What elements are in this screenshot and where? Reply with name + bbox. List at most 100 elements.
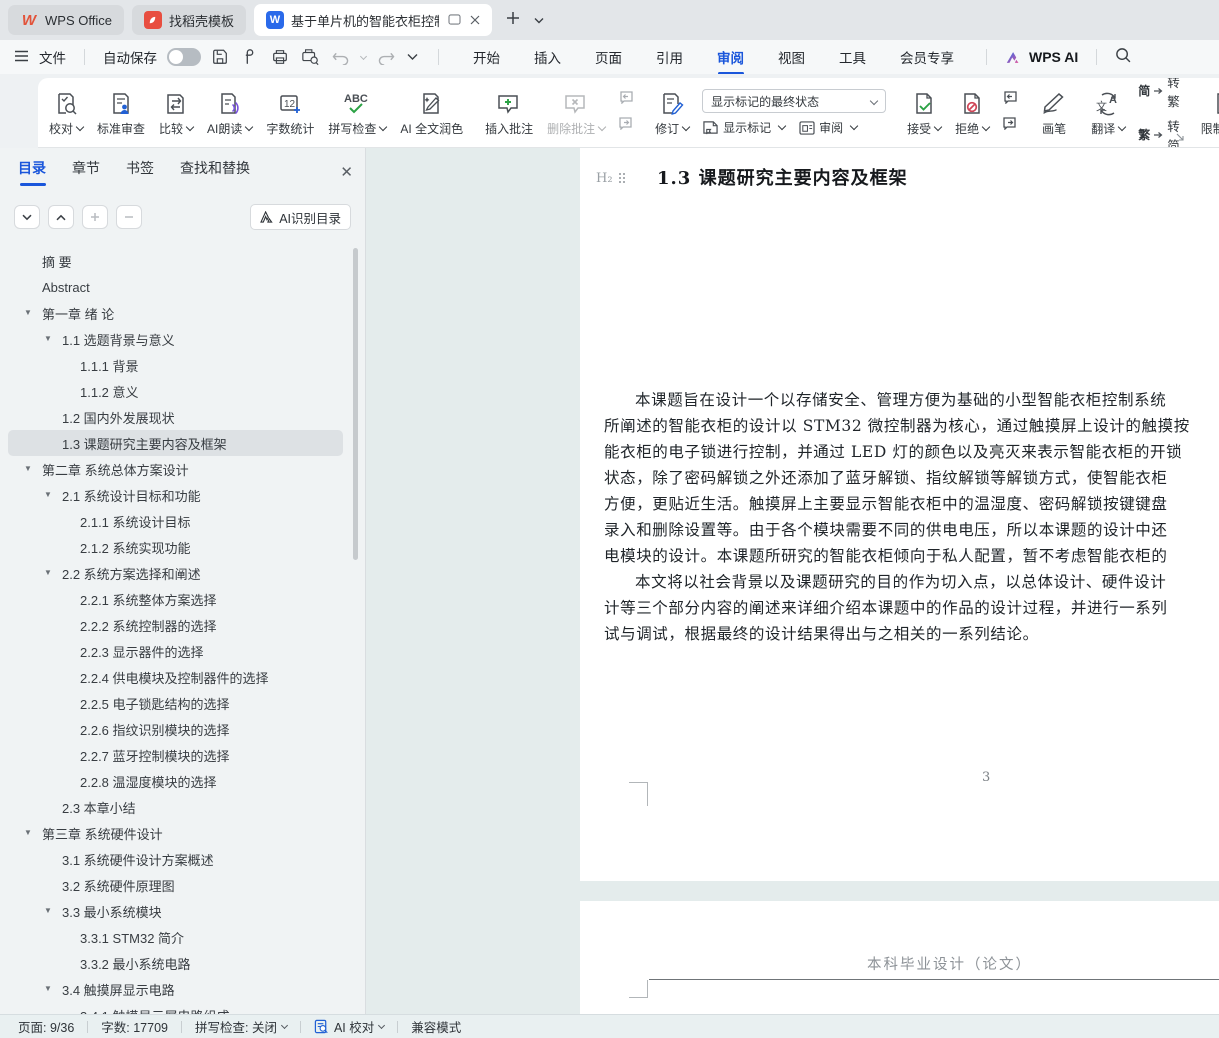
toc-item[interactable]: 3.1 系统硬件设计方案概述 xyxy=(0,846,351,872)
toc-collapse-arrow-icon[interactable]: ▼ xyxy=(24,308,32,317)
proofread-button[interactable]: 校对 xyxy=(42,82,90,144)
document-page-current[interactable]: H₂ 1.3 课题研究主要内容及框架 本课题旨在设计一个以存储安全、管理方便为基… xyxy=(580,148,1219,881)
toc-item[interactable]: ▼ 2.1 系统设计目标和功能 xyxy=(0,482,351,508)
toc-item[interactable]: ▼ 3.3 最小系统模块 xyxy=(0,898,351,924)
close-tab-icon[interactable] xyxy=(470,13,480,28)
compare-button[interactable]: 比较 xyxy=(152,82,200,144)
standard-review-button[interactable]: 标准审查 xyxy=(90,82,152,144)
print-preview-icon[interactable] xyxy=(301,48,320,66)
track-changes-button[interactable]: 修订 xyxy=(648,82,696,144)
sidebar-close-icon[interactable]: ✕ xyxy=(340,163,353,181)
toc-item[interactable]: ▼ 2.2 系统方案选择和阐述 xyxy=(0,560,351,586)
toc-item[interactable]: ▼ 1.1 选题背景与意义 xyxy=(0,326,351,352)
review-pane-button[interactable]: 审阅 xyxy=(799,119,859,136)
menu-item[interactable]: 插入 xyxy=(534,43,561,71)
word-count-indicator[interactable]: 字数: 17709 xyxy=(101,1017,168,1036)
insert-comment-button[interactable]: 插入批注 xyxy=(478,82,540,144)
sidebar-tab[interactable]: 查找和替换 xyxy=(180,158,250,186)
toc-item[interactable]: 3.3.2 最小系统电路 xyxy=(0,950,351,976)
toc-item[interactable]: 2.2.5 电子锁匙结构的选择 xyxy=(0,690,351,716)
ai-proofread-status[interactable]: AI 校对 xyxy=(314,1017,386,1036)
spell-check-button[interactable]: ABC 拼写检查 xyxy=(321,82,393,144)
menu-item[interactable]: 开始 xyxy=(473,43,500,71)
sidebar-scrollbar[interactable] xyxy=(353,248,358,560)
toc-item[interactable]: 2.2.7 蓝牙控制模块的选择 xyxy=(0,742,351,768)
redo-icon[interactable] xyxy=(378,50,395,65)
heading-level-marker[interactable]: H₂ xyxy=(596,171,627,186)
toc-collapse-arrow-icon[interactable]: ▼ xyxy=(24,464,32,473)
autosave-toggle[interactable] xyxy=(167,48,201,66)
toc-collapse-arrow-icon[interactable]: ▼ xyxy=(44,906,52,915)
markup-state-dropdown[interactable]: 显示标记的最终状态 xyxy=(702,89,887,113)
print-icon[interactable] xyxy=(271,48,289,66)
toc-item[interactable]: 2.2.4 供电模块及控制器件的选择 xyxy=(0,664,351,690)
wps-ai-button[interactable]: WPS AI xyxy=(1005,49,1078,65)
previous-comment-icon[interactable] xyxy=(618,90,634,109)
toc-item[interactable]: ▼ 3.4 触摸屏显示电路 xyxy=(0,976,351,1002)
group-expand-icon[interactable] xyxy=(1176,133,1184,143)
simplified-to-traditional-button[interactable]: 简 转繁 xyxy=(1138,78,1180,110)
undo-icon[interactable] xyxy=(332,50,349,65)
toc-item[interactable]: 2.1.2 系统实现功能 xyxy=(0,534,351,560)
toc-item[interactable]: 2.2.8 温湿度模块的选择 xyxy=(0,768,351,794)
sidebar-tab[interactable]: 书签 xyxy=(126,158,154,186)
file-menu[interactable]: 文件 xyxy=(39,47,66,67)
next-change-icon[interactable] xyxy=(1002,116,1018,135)
toc-item[interactable]: 3.3.1 STM32 简介 xyxy=(0,924,351,950)
menu-item[interactable]: 工具 xyxy=(839,43,866,71)
new-tab-icon[interactable] xyxy=(506,11,520,30)
page-indicator[interactable]: 页面: 9/36 xyxy=(18,1017,74,1036)
tab-list-chevron-icon[interactable] xyxy=(534,11,544,29)
accept-change-button[interactable]: 接受 xyxy=(900,82,948,144)
toc-item[interactable]: 1.3 课题研究主要内容及框架 xyxy=(8,430,343,456)
ai-recognize-toc-button[interactable]: AI识别目录 xyxy=(250,204,351,230)
toc-collapse-arrow-icon[interactable]: ▼ xyxy=(44,334,52,343)
sidebar-tab[interactable]: 章节 xyxy=(72,158,100,186)
sidebar-tab[interactable]: 目录 xyxy=(18,158,46,186)
toc-collapse-button[interactable] xyxy=(14,205,40,229)
toc-item[interactable]: 2.2.6 指纹识别模块的选择 xyxy=(0,716,351,742)
spell-check-status[interactable]: 拼写检查: 关闭 xyxy=(195,1017,288,1036)
menu-item[interactable]: 引用 xyxy=(656,43,683,71)
document-page-next[interactable]: 本科毕业设计（论文） xyxy=(580,901,1219,1014)
toc-zoom-out-button[interactable] xyxy=(116,205,142,229)
toc-item[interactable]: 2.3 本章小结 xyxy=(0,794,351,820)
ai-polish-button[interactable]: AI 全文润色 xyxy=(393,82,470,144)
drag-handle-icon[interactable] xyxy=(618,172,627,185)
toc-collapse-arrow-icon[interactable]: ▼ xyxy=(24,828,32,837)
toc-item[interactable]: 2.2.1 系统整体方案选择 xyxy=(0,586,351,612)
next-comment-icon[interactable] xyxy=(618,116,634,135)
menu-item[interactable]: 审阅 xyxy=(717,43,744,71)
toc-item[interactable]: 3.4.1 触摸显示屏电路组成 xyxy=(0,1002,351,1015)
menu-item[interactable]: 页面 xyxy=(595,43,622,71)
toc-collapse-arrow-icon[interactable]: ▼ xyxy=(44,984,52,993)
toc-item[interactable]: 2.2.2 系统控制器的选择 xyxy=(0,612,351,638)
toc-expand-button[interactable] xyxy=(48,205,74,229)
toc-zoom-in-button[interactable] xyxy=(82,205,108,229)
toc-item[interactable]: Abstract xyxy=(0,274,351,300)
translate-button[interactable]: 文A 翻译 xyxy=(1084,82,1132,144)
toc-item[interactable]: 2.1.1 系统设计目标 xyxy=(0,508,351,534)
menu-item[interactable]: 会员专享 xyxy=(900,43,954,71)
toolbar-more-chevron-icon[interactable] xyxy=(407,53,418,61)
toc-item[interactable]: ▼ 第一章 绪 论 xyxy=(0,300,351,326)
toc-item[interactable]: 1.1.1 背景 xyxy=(0,352,351,378)
float-window-icon[interactable] xyxy=(448,13,461,28)
tab-document[interactable]: W 基于单片机的智能衣柜控制系 xyxy=(253,4,492,36)
word-count-button[interactable]: 12 字数统计 xyxy=(259,82,321,144)
toc-item[interactable]: 2.2.3 显示器件的选择 xyxy=(0,638,351,664)
show-markup-button[interactable]: 显示标记 xyxy=(702,119,787,136)
previous-change-icon[interactable] xyxy=(1002,90,1018,109)
ai-read-aloud-button[interactable]: AI朗读 xyxy=(200,82,259,144)
search-icon[interactable] xyxy=(1115,47,1132,67)
toc-item[interactable]: 摘 要 xyxy=(0,248,351,274)
reject-change-button[interactable]: 拒绝 xyxy=(948,82,996,144)
toc-collapse-arrow-icon[interactable]: ▼ xyxy=(44,568,52,577)
undo-chevron-icon[interactable] xyxy=(359,52,368,60)
toc-item[interactable]: 3.2 系统硬件原理图 xyxy=(0,872,351,898)
toc-item[interactable]: 1.1.2 意义 xyxy=(0,378,351,404)
ink-pen-button[interactable]: 画笔 xyxy=(1032,82,1076,144)
save-icon[interactable] xyxy=(211,48,229,66)
tab-wps-home[interactable]: W WPS Office xyxy=(8,5,124,35)
toc-item[interactable]: ▼ 第二章 系统总体方案设计 xyxy=(0,456,351,482)
